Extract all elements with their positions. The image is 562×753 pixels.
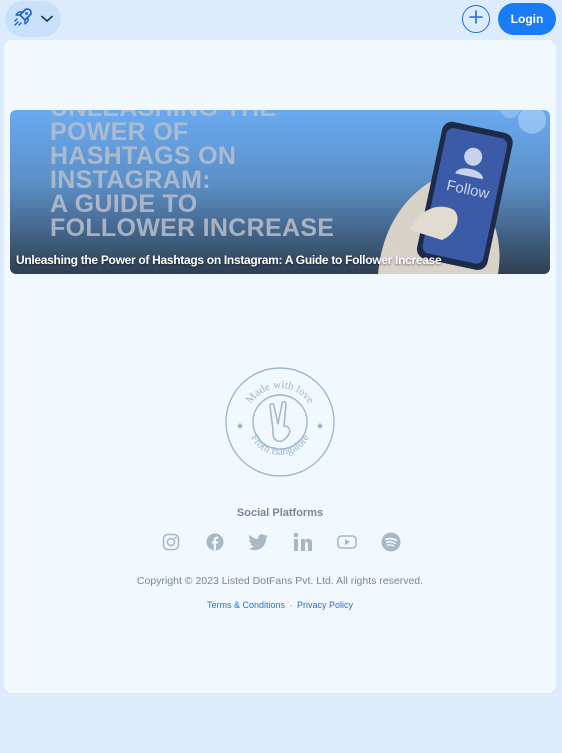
article-card[interactable]: Follow UNLEASHING THE POWER OF HASHTAGS … (10, 110, 550, 274)
privacy-link[interactable]: Privacy Policy (297, 600, 353, 610)
main-panel: Follow UNLEASHING THE POWER OF HASHTAGS … (4, 40, 556, 693)
add-button[interactable] (462, 5, 490, 33)
hero-line: INSTAGRAM: (50, 166, 211, 194)
twitter-icon[interactable] (248, 531, 270, 553)
hero-line: FOLLOWER INCREASE (50, 214, 335, 242)
link-separator: · (289, 600, 293, 610)
social-platforms-heading: Social Platforms (236, 507, 324, 519)
linkedin-icon[interactable] (292, 531, 314, 553)
chevron-down-icon (41, 10, 53, 28)
spotify-icon[interactable] (380, 531, 402, 553)
social-links (160, 531, 402, 553)
top-bar: Login (0, 0, 562, 40)
hero-line: HASHTAGS ON (50, 142, 237, 170)
svg-text:Made with love: Made with love (244, 379, 316, 406)
legal-links: Terms & Conditions · Privacy Policy (4, 600, 556, 610)
copyright-text: Copyright © 2023 Listed DotFans Pvt. Ltd… (136, 575, 424, 587)
made-with-love-stamp: Made with love From Bangalore (224, 366, 336, 483)
article-title[interactable]: Unleashing the Power of Hashtags on Inst… (16, 253, 442, 267)
youtube-icon[interactable] (336, 531, 358, 553)
login-button[interactable]: Login (498, 3, 556, 35)
logo-menu-button[interactable] (5, 1, 61, 37)
plus-icon (469, 9, 483, 29)
hero-line: A GUIDE TO (50, 190, 198, 218)
stamp-top-text: Made with love (244, 379, 316, 406)
terms-link[interactable]: Terms & Conditions (207, 600, 285, 610)
hero-text: UNLEASHING THE POWER OF HASHTAGS ON INST… (50, 110, 350, 242)
facebook-icon[interactable] (204, 531, 226, 553)
svg-text:From Bangalore: From Bangalore (248, 432, 312, 458)
rocket-icon (13, 7, 33, 32)
instagram-icon[interactable] (160, 531, 182, 553)
stamp-bottom-text: From Bangalore (248, 432, 312, 458)
hero-line: POWER OF (50, 118, 189, 146)
